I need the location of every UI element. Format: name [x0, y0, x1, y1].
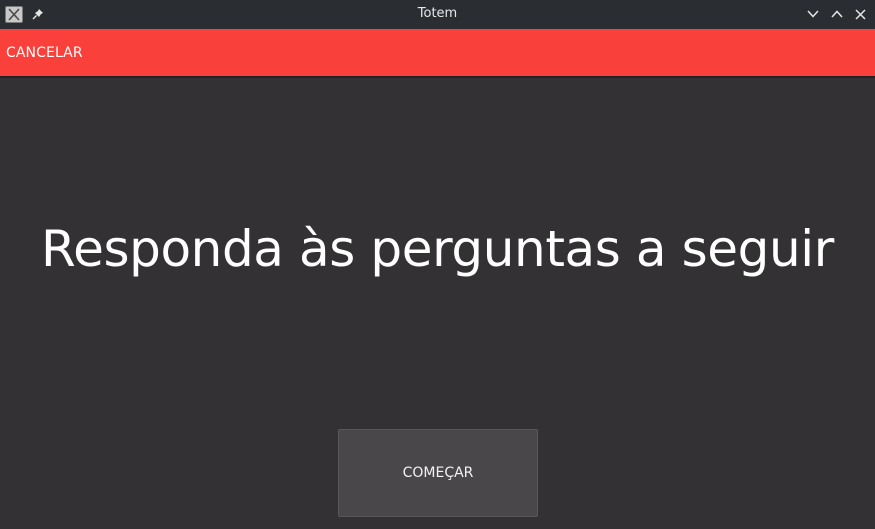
window-title: Totem	[417, 6, 458, 21]
app-window: Totem CANCELAR Responda às perguntas a s…	[0, 0, 875, 529]
start-button[interactable]: COMEÇAR	[338, 429, 538, 517]
chevron-down-icon[interactable]	[805, 6, 821, 22]
title-bar: Totem	[0, 0, 875, 29]
close-icon[interactable]	[852, 6, 868, 22]
page-title: Responda às perguntas a seguir	[41, 220, 834, 278]
cancel-button[interactable]: CANCELAR	[0, 29, 89, 76]
chevron-up-icon[interactable]	[829, 6, 845, 22]
action-bar: CANCELAR	[0, 29, 875, 76]
action-bar-shadow	[0, 76, 875, 79]
